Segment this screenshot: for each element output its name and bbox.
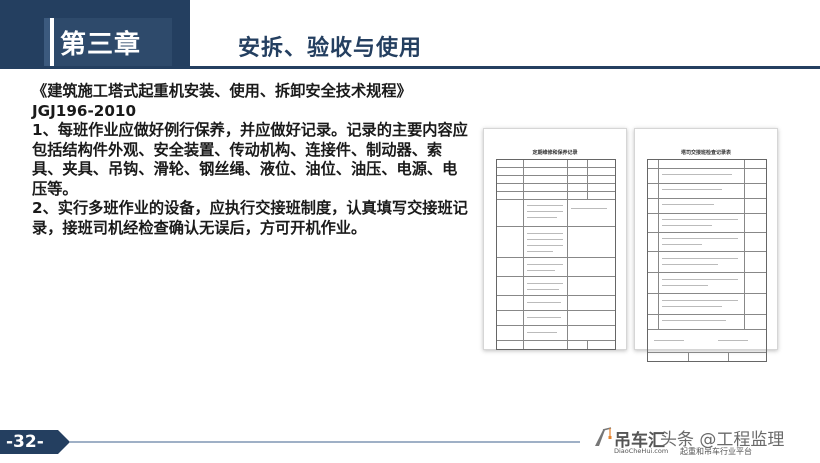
rule-item-2: 2、实行多班作业的设备，应执行交接班制度，认真填写交接班记录，接班司机经检查确认… bbox=[32, 199, 468, 237]
shift-handover-record-title: 塔司交接班检查记录表 bbox=[680, 150, 731, 156]
page-number-arrow bbox=[58, 430, 70, 454]
body-text: 《建筑施工塔式起重机安装、使用、拆卸安全技术规程》JGJ196-2010 1、每… bbox=[32, 82, 472, 238]
chapter-label: 第三章 bbox=[60, 30, 142, 60]
crane-logo-icon bbox=[595, 427, 612, 446]
watermark-account: 头条 @工程监理 bbox=[660, 430, 785, 450]
rule-item-1: 1、每班作业应做好例行保养，并应做好记录。记录的主要内容应包括结构件外观、安全装… bbox=[32, 121, 468, 198]
header-divider bbox=[0, 66, 820, 69]
footer-divider bbox=[70, 441, 580, 443]
maintenance-record-table bbox=[496, 159, 616, 350]
maintenance-record-title: 定期维修和保养记录 bbox=[532, 150, 578, 156]
slide: 第三章 安拆、验收与使用 《建筑施工塔式起重机安装、使用、拆卸安全技术规程》JG… bbox=[0, 0, 820, 463]
slide-title: 安拆、验收与使用 bbox=[238, 36, 423, 61]
shift-handover-record-table bbox=[647, 159, 767, 362]
page-number: -32- bbox=[0, 430, 58, 454]
regulation-reference: 《建筑施工塔式起重机安装、使用、拆卸安全技术规程》JGJ196-2010 bbox=[32, 82, 412, 120]
maintenance-record-image: 定期维修和保养记录 bbox=[483, 128, 627, 350]
shift-handover-record-image: 塔司交接班检查记录表 bbox=[634, 128, 778, 362]
